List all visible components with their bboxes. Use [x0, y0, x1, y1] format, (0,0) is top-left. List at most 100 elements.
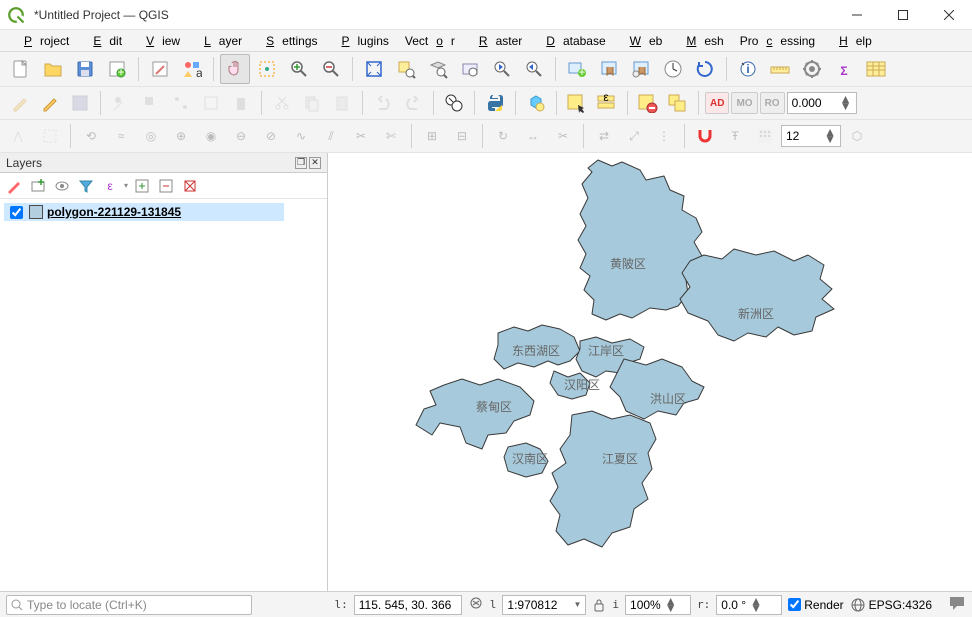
scale-field[interactable]: 1:970812▼	[502, 595, 586, 615]
redo-button[interactable]	[399, 89, 427, 117]
menu-edit[interactable]: Edit	[77, 32, 130, 50]
zoom-native-button[interactable]	[455, 54, 485, 84]
render-checkbox[interactable]	[788, 598, 801, 611]
menu-view[interactable]: View	[130, 32, 188, 50]
reshape-button[interactable]: ∿	[287, 122, 315, 150]
split-features-button[interactable]: ✂	[347, 122, 375, 150]
osm-search-button[interactable]	[440, 89, 468, 117]
cut-button[interactable]	[268, 89, 296, 117]
rotate-point-button[interactable]: ↻	[489, 122, 517, 150]
extents-icon[interactable]	[468, 595, 484, 614]
deselect-all-button[interactable]	[634, 89, 662, 117]
temporal-controller-button[interactable]	[658, 54, 688, 84]
undo-button[interactable]	[369, 89, 397, 117]
close-button[interactable]	[926, 0, 972, 30]
filter-expression-icon[interactable]: ε	[100, 176, 120, 196]
magnifier-field[interactable]: 100%▲▼	[625, 595, 691, 615]
expand-all-icon[interactable]	[132, 176, 152, 196]
simplify-button[interactable]: ≈	[107, 122, 135, 150]
toggle-editing-button[interactable]	[36, 89, 64, 117]
save-project-button[interactable]	[70, 54, 100, 84]
minimize-button[interactable]	[834, 0, 880, 30]
menu-help[interactable]: Help	[823, 32, 880, 50]
digitize-button[interactable]	[6, 122, 34, 150]
move-feature-button[interactable]	[137, 89, 165, 117]
trim-button[interactable]: ✂	[549, 122, 577, 150]
add-part-button[interactable]: ⊕	[167, 122, 195, 150]
record-toggle[interactable]: RO	[760, 92, 785, 114]
new-map-view-button[interactable]: +	[562, 54, 592, 84]
tracing-button[interactable]: Ŧ	[721, 122, 749, 150]
vertex-tool-button[interactable]	[167, 89, 195, 117]
messages-icon[interactable]	[948, 595, 966, 614]
menu-layer[interactable]: Layer	[188, 32, 250, 50]
undock-icon[interactable]: ❐	[295, 157, 307, 169]
construction-mode-toggle[interactable]: MO	[731, 92, 757, 114]
offset-button[interactable]: ↔	[519, 122, 547, 150]
zoom-layer-button[interactable]	[423, 54, 453, 84]
merge-button[interactable]: ⊞	[418, 122, 446, 150]
filter-legend-icon[interactable]	[76, 176, 96, 196]
render-toggle[interactable]: Render	[788, 598, 843, 612]
select-by-value-button[interactable]: ε	[593, 89, 621, 117]
fill-ring-button[interactable]: ◉	[197, 122, 225, 150]
advanced-digitizing-toggle[interactable]: AD	[705, 92, 729, 114]
layer-tree[interactable]: polygon-221129-131845	[0, 199, 327, 591]
new-bookmark-button[interactable]	[594, 54, 624, 84]
layer-item-polygon[interactable]: polygon-221129-131845	[4, 203, 284, 221]
zoom-selection-button[interactable]	[391, 54, 421, 84]
python-console-button[interactable]	[481, 89, 509, 117]
add-ring-button[interactable]: ◎	[137, 122, 165, 150]
paste-button[interactable]	[328, 89, 356, 117]
array-button[interactable]: ⋮	[650, 122, 678, 150]
identify-button[interactable]: i	[733, 54, 763, 84]
layout-manager-button[interactable]	[145, 54, 175, 84]
topo-editing-button[interactable]: ⬡	[843, 122, 871, 150]
rotate-button[interactable]: ⟲	[77, 122, 105, 150]
menu-web[interactable]: Web	[614, 32, 671, 50]
open-project-button[interactable]	[38, 54, 68, 84]
reverse-line-button[interactable]: ⇄	[590, 122, 618, 150]
style-manager-button[interactable]: a	[177, 54, 207, 84]
refresh-button[interactable]	[690, 54, 720, 84]
manage-visibility-icon[interactable]	[52, 176, 72, 196]
collapse-all-icon[interactable]	[156, 176, 176, 196]
zoom-out-button[interactable]	[316, 54, 346, 84]
delete-part-button[interactable]: ⊘	[257, 122, 285, 150]
snap-tolerance-spinner[interactable]: 12▲▼	[781, 125, 841, 147]
maximize-button[interactable]	[880, 0, 926, 30]
coordinate-field[interactable]: 115. 545, 30. 366	[354, 595, 462, 615]
show-bookmarks-button[interactable]	[626, 54, 656, 84]
new-project-button[interactable]	[6, 54, 36, 84]
new-print-layout-button[interactable]: +	[102, 54, 132, 84]
attribute-table-button[interactable]	[861, 54, 891, 84]
pan-to-selection-button[interactable]	[252, 54, 282, 84]
select-features-button[interactable]	[563, 89, 591, 117]
modify-attrs-button[interactable]	[197, 89, 225, 117]
scale-button[interactable]: ⤢	[620, 122, 648, 150]
delete-selected-button[interactable]	[227, 89, 255, 117]
menu-database[interactable]: Database	[530, 32, 613, 50]
crs-button[interactable]: EPSG:4326	[850, 597, 932, 613]
locator-input[interactable]: Type to locate (Ctrl+K)	[6, 595, 252, 615]
snap-grid-button[interactable]	[751, 122, 779, 150]
layer-style-icon[interactable]	[4, 176, 24, 196]
map-canvas[interactable]: 黄陂区 新洲区 东西湖区 江岸区 汉阳区 蔡甸区 洪山区 汉南区 江夏区	[328, 153, 972, 591]
offset-curve-button[interactable]: ⫽	[317, 122, 345, 150]
snapping-button[interactable]	[691, 122, 719, 150]
delete-ring-button[interactable]: ⊖	[227, 122, 255, 150]
menu-raster[interactable]: Raster	[463, 32, 530, 50]
zoom-last-button[interactable]	[487, 54, 517, 84]
menu-vector[interactable]: Vector	[397, 32, 463, 50]
menu-project[interactable]: Project	[8, 32, 77, 50]
add-group-icon[interactable]	[28, 176, 48, 196]
copy-button[interactable]	[298, 89, 326, 117]
menu-plugins[interactable]: Plugins	[326, 32, 397, 50]
split-parts-button[interactable]: ✄	[377, 122, 405, 150]
zoom-next-button[interactable]	[519, 54, 549, 84]
distance-spinner[interactable]: 0.000▲▼	[787, 92, 857, 114]
measure-button[interactable]	[765, 54, 795, 84]
close-panel-icon[interactable]: ✕	[309, 157, 321, 169]
select-all-button[interactable]	[664, 89, 692, 117]
layer-visibility-checkbox[interactable]	[10, 206, 23, 219]
